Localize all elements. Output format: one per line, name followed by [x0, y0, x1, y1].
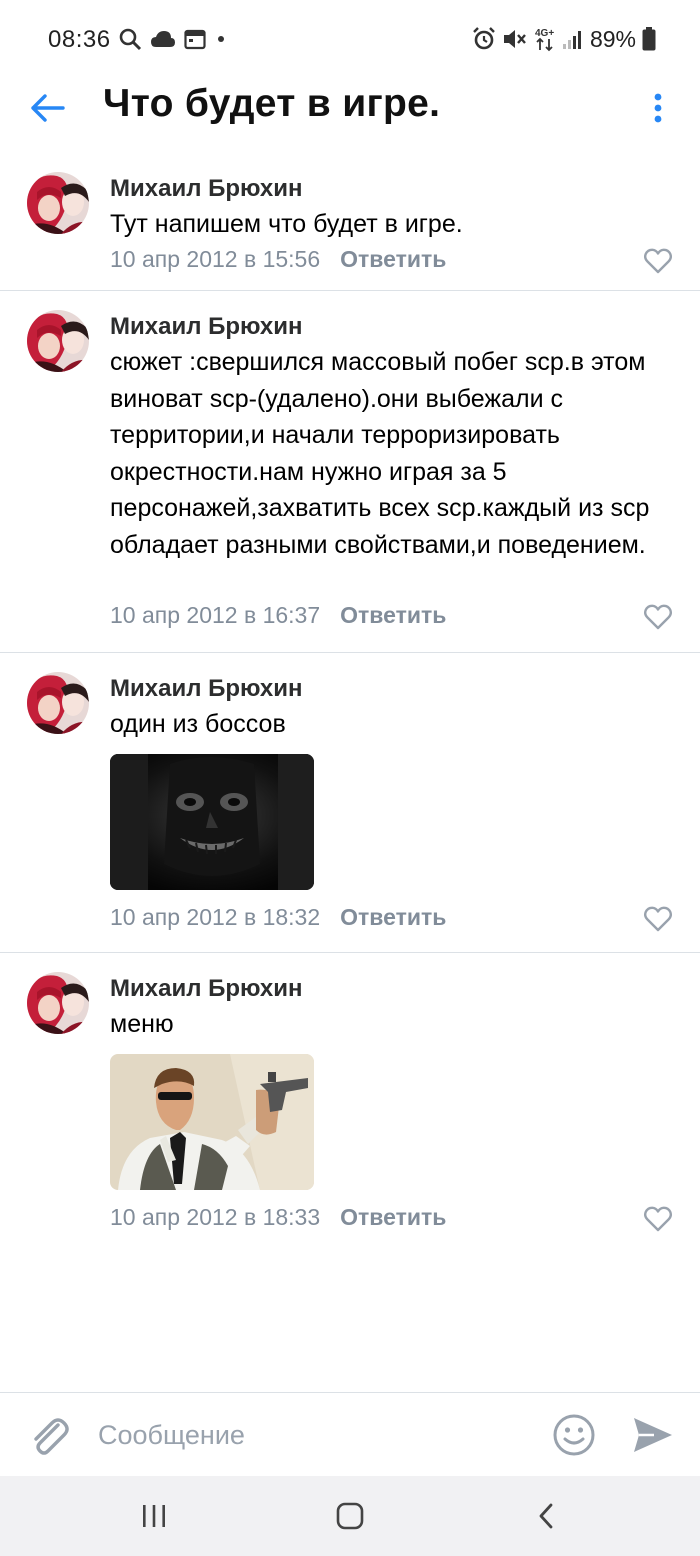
- reply-button[interactable]: Ответить: [340, 1204, 446, 1230]
- divider: [0, 952, 700, 953]
- arrow-left-icon: [31, 94, 65, 122]
- app-header: Что будет в игре.: [0, 78, 700, 148]
- comment-date: 10 апр 2012 в 16:37: [110, 602, 321, 628]
- mute-icon: [503, 30, 526, 48]
- battery-percent: 89%: [589, 25, 636, 52]
- back-icon: [539, 1503, 553, 1529]
- comment-date: 10 апр 2012 в 18:33: [110, 1204, 321, 1230]
- avatar[interactable]: [27, 972, 89, 1034]
- divider: [0, 652, 700, 653]
- more-vertical-icon: [654, 93, 662, 123]
- comment-author[interactable]: Михаил Брюхин: [110, 313, 303, 341]
- divider: [0, 290, 700, 291]
- heart-icon[interactable]: [644, 248, 672, 274]
- reply-button[interactable]: Ответить: [340, 904, 446, 930]
- comment-text: сюжет :свершился массовый побег scp.в эт…: [110, 348, 650, 559]
- heart-icon[interactable]: [644, 906, 672, 932]
- avatar[interactable]: [27, 310, 89, 372]
- back-button[interactable]: [26, 86, 70, 130]
- signal-icon: [562, 31, 581, 49]
- notification-dot-icon: [218, 36, 224, 42]
- paperclip-icon[interactable]: [28, 1411, 70, 1457]
- avatar[interactable]: [27, 172, 89, 234]
- comment-date: 10 апр 2012 в 18:32: [110, 904, 321, 930]
- attachment-image[interactable]: [110, 1054, 314, 1190]
- system-navigation-bar: [0, 1476, 700, 1556]
- comment-author[interactable]: Михаил Брюхин: [110, 975, 303, 1003]
- message-composer: [0, 1392, 700, 1476]
- cloud-icon: [151, 31, 175, 47]
- comment-meta: 10 апр 2012 в 18:32 Ответить: [110, 904, 446, 931]
- system-back-button[interactable]: [526, 1496, 566, 1536]
- avatar[interactable]: [27, 672, 89, 734]
- comment-meta: 10 апр 2012 в 15:56 Ответить: [110, 246, 446, 273]
- comment-text: меню: [110, 1010, 174, 1038]
- status-right-icons: 4G+ 89%: [472, 24, 656, 54]
- network-4g-icon: 4G+: [535, 28, 554, 52]
- status-bar: 08:36 4G+ 89%: [0, 0, 700, 78]
- comment-meta: 10 апр 2012 в 16:37 Ответить: [110, 602, 446, 629]
- message-input[interactable]: [98, 1413, 528, 1457]
- page-title: Что будет в игре.: [103, 82, 441, 125]
- reply-button[interactable]: Ответить: [340, 246, 446, 272]
- recent-apps-button[interactable]: [134, 1496, 174, 1536]
- heart-icon[interactable]: [644, 1206, 672, 1232]
- svg-text:4G+: 4G+: [535, 28, 554, 39]
- status-left-icons: [118, 24, 228, 54]
- calendar-icon: [184, 29, 206, 50]
- comment-text: Тут напишем что будет в игре.: [110, 210, 463, 238]
- comment-author[interactable]: Михаил Брюхин: [110, 175, 303, 203]
- smile-icon[interactable]: [552, 1413, 596, 1457]
- attachment-image[interactable]: [110, 754, 314, 890]
- comment-meta: 10 апр 2012 в 18:33 Ответить: [110, 1204, 446, 1231]
- alarm-icon: [473, 27, 495, 50]
- search-status-icon: [119, 28, 142, 51]
- status-time: 08:36: [48, 26, 111, 53]
- heart-icon[interactable]: [644, 604, 672, 630]
- comment-text: один из боссов: [110, 710, 286, 738]
- battery-icon: [642, 27, 656, 51]
- reply-button[interactable]: Ответить: [340, 602, 446, 628]
- comment-author[interactable]: Михаил Брюхин: [110, 675, 303, 703]
- home-icon: [336, 1502, 364, 1530]
- comment-date: 10 апр 2012 в 15:56: [110, 246, 321, 272]
- more-options-button[interactable]: [642, 86, 674, 130]
- home-button[interactable]: [330, 1496, 370, 1536]
- recent-apps-icon: [143, 1505, 165, 1527]
- send-icon[interactable]: [632, 1415, 674, 1455]
